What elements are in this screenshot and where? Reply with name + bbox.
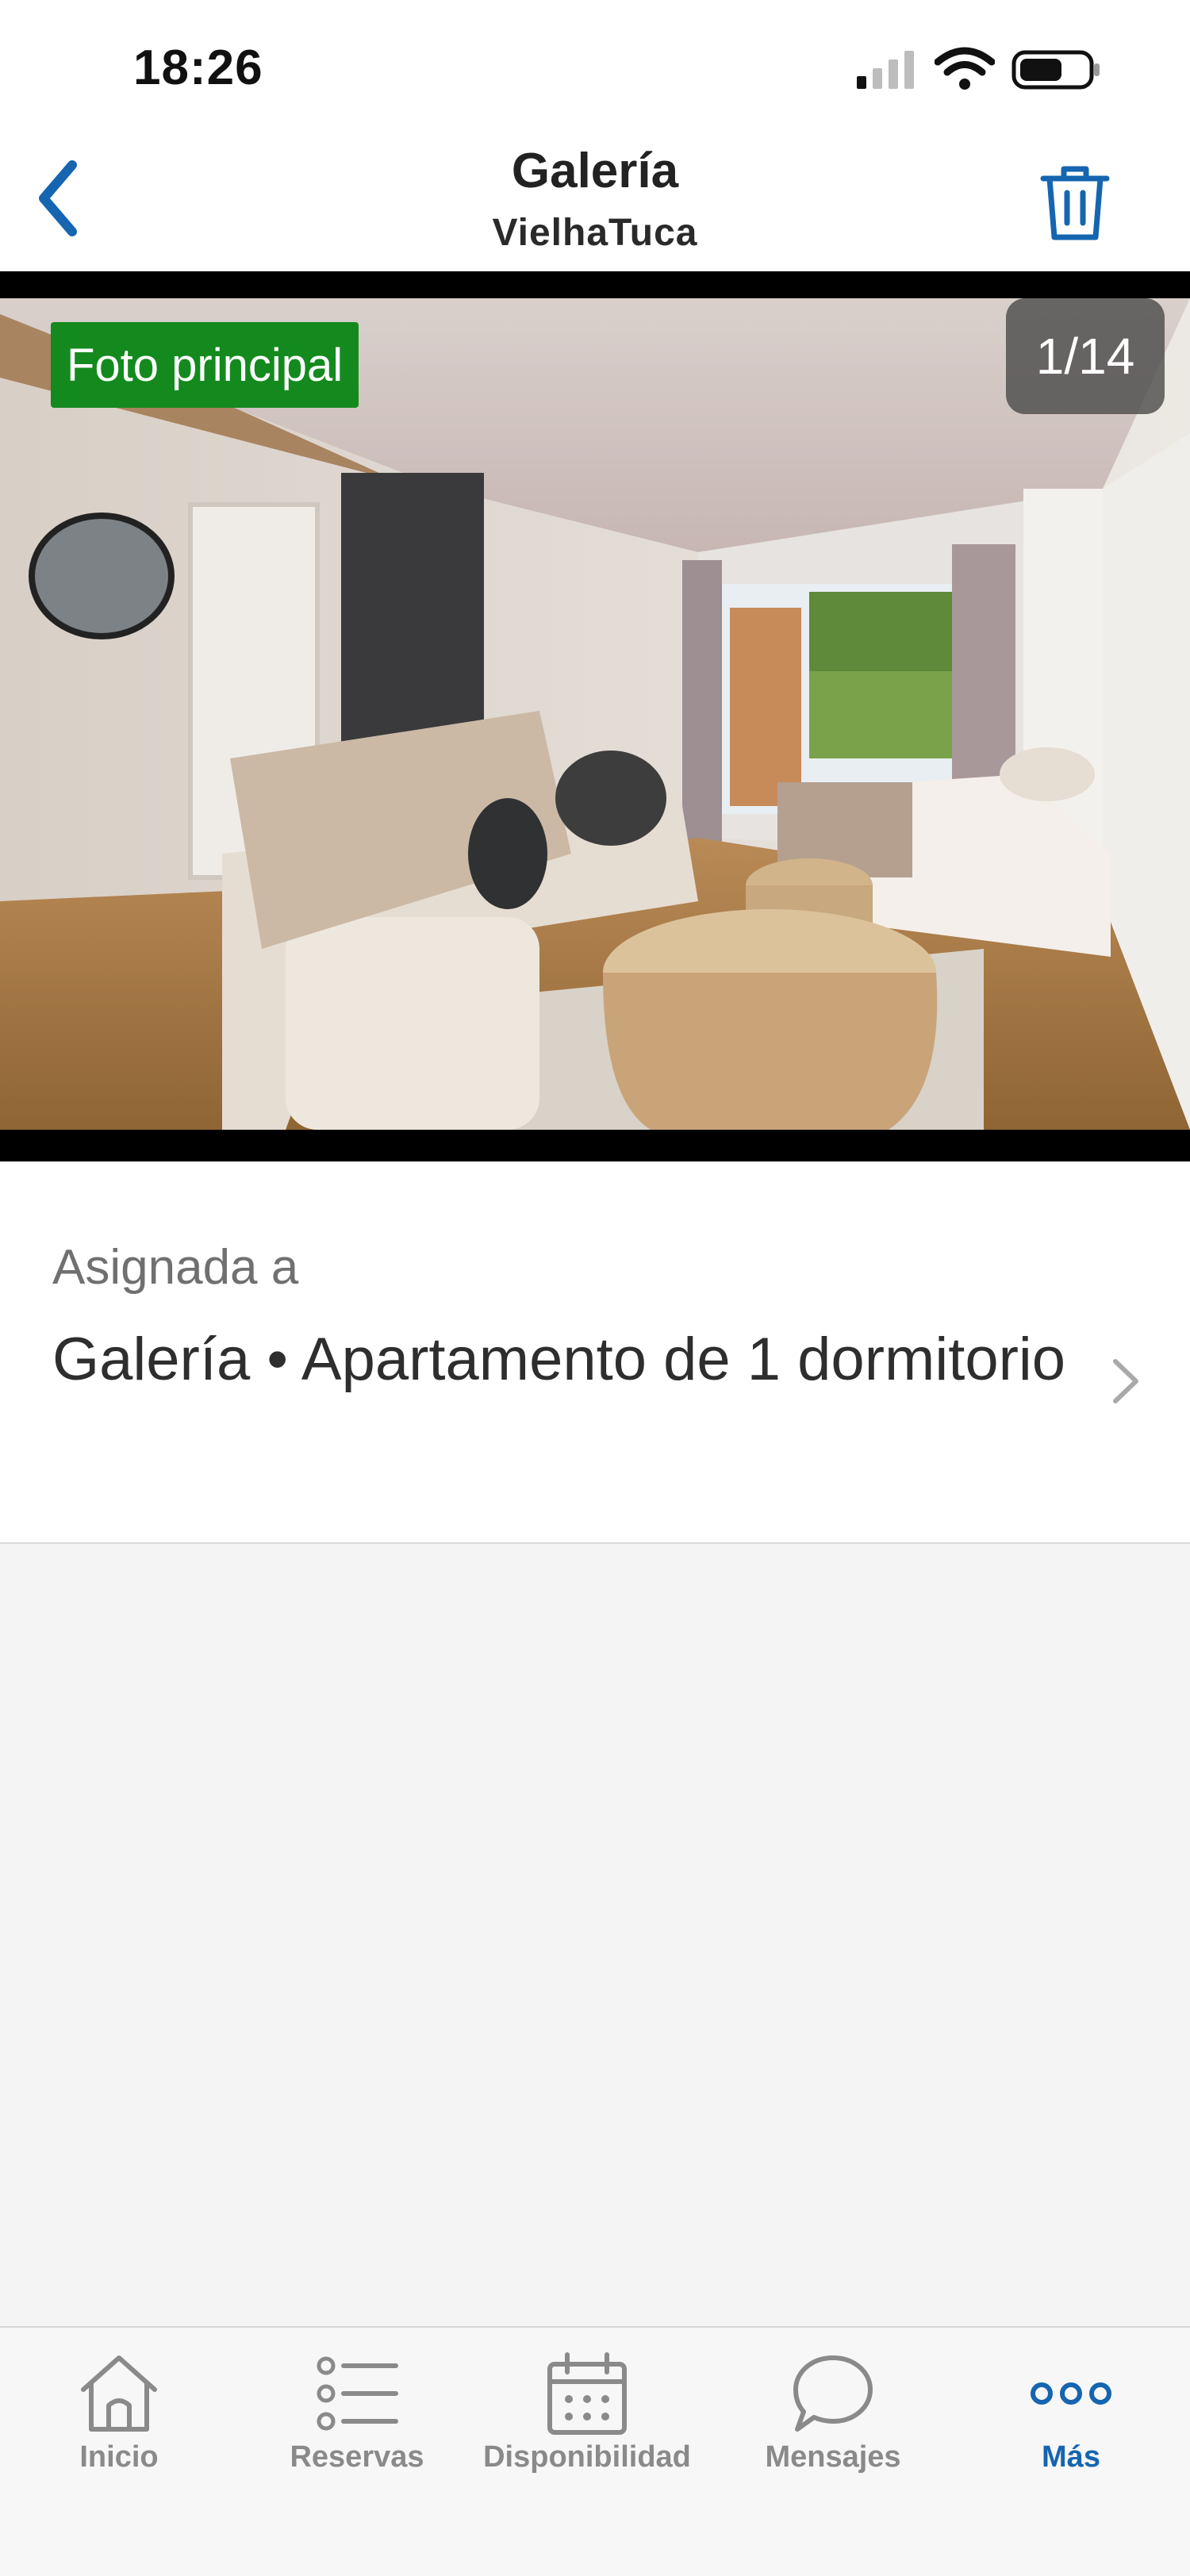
page-subtitle: VielhaTuca [492,212,698,254]
tab-mensajes[interactable]: Mensajes [746,2328,920,2486]
calendar-icon [547,2352,627,2435]
list-icon [317,2356,398,2431]
app-screen: 18:26 Galería VielhaTuca Foto principal … [0,0,1190,2576]
wifi-icon [935,47,995,90]
tab-label-disponibilidad: Disponibilidad [483,2440,691,2474]
tab-label-inicio: Inicio [79,2440,159,2474]
status-time: 18:26 [133,40,263,95]
photo-frame: Foto principal 1/14 [0,271,1190,1161]
tab-label-reservas: Reservas [290,2440,424,2474]
page-title: Galería [511,144,679,198]
delete-button[interactable] [1031,159,1119,246]
nav-header: Galería VielhaTuca [0,127,1190,271]
chat-bubble-icon [793,2355,873,2432]
main-photo[interactable] [0,298,1190,1130]
assigned-row[interactable]: Asignada a Galería • Apartamento de 1 do… [0,1161,1190,1544]
assigned-value: Galería • Apartamento de 1 dormitorio [52,1326,1066,1393]
tab-reservas[interactable]: Reservas [270,2328,444,2486]
tab-disponibilidad[interactable]: Disponibilidad [468,2328,706,2486]
tab-label-mensajes: Mensajes [765,2440,901,2474]
tab-inicio[interactable]: Inicio [32,2328,206,2486]
tab-label-mas: Más [1042,2440,1100,2474]
tab-bar: Inicio Reservas Disponibilidad Mensajes … [0,2326,1190,2576]
signal-icon [857,51,914,89]
chevron-right-icon [1113,1359,1138,1403]
more-dots-icon [1031,2382,1111,2405]
status-bar: 18:26 [0,0,1190,127]
photo-counter: 1/14 [1006,298,1165,414]
main-photo-badge: Foto principal [51,322,359,408]
home-icon [81,2355,157,2432]
trash-icon [1040,166,1110,240]
battery-icon [1012,50,1100,90]
tab-mas[interactable]: Más [984,2328,1158,2486]
assigned-label: Asignada a [52,1240,299,1295]
